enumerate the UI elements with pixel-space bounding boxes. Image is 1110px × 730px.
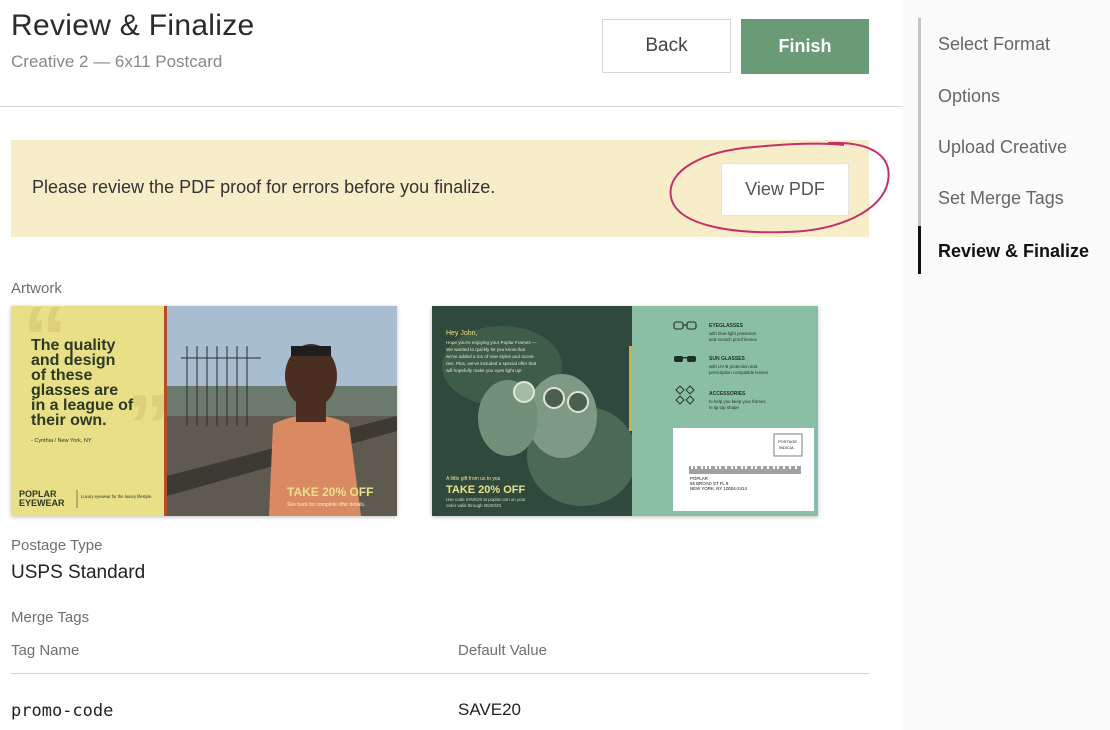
postage-type-label: Postage Type bbox=[11, 537, 103, 554]
front-tagline: Luxury eyewear for the luxury lifestyle. bbox=[81, 494, 152, 499]
active-step-indicator bbox=[918, 226, 921, 274]
feature-3-desc-1: to help you keep your frames bbox=[709, 399, 766, 404]
feature-3-desc-2: in tip top shape bbox=[709, 405, 739, 410]
steps-sidebar: Select Format Options Upload Creative Se… bbox=[903, 0, 1110, 730]
merge-tag-name-cell: promo-code bbox=[11, 701, 114, 721]
annotation-circle bbox=[669, 141, 890, 234]
postage-indicia-line-1: POSTAGE bbox=[778, 439, 797, 444]
back-body-2: We wanted to quickly let you know that bbox=[446, 347, 526, 352]
page-title: Review & Finalize bbox=[11, 9, 255, 42]
back-greeting: Hey John, bbox=[446, 330, 478, 337]
feature-1-title: EYEGLASSES bbox=[709, 323, 744, 329]
postcard-front-art: “ ” The quality and design of these glas… bbox=[11, 306, 397, 516]
feature-2-title: SUN GLASSES bbox=[709, 356, 746, 362]
front-quote-line-6: their own. bbox=[31, 412, 107, 429]
feature-2-desc-1: with UV-B protection and bbox=[709, 364, 758, 369]
front-brand-line-2: EYEWEAR bbox=[19, 498, 65, 508]
back-offer: TAKE 20% OFF bbox=[446, 484, 526, 496]
postcard-back-art: Hey John, Hope you're enjoying your Popl… bbox=[432, 306, 818, 516]
back-body-1: Hope you're enjoying your Poplar Frames … bbox=[446, 340, 537, 345]
back-button[interactable]: Back bbox=[602, 19, 731, 73]
step-upload-creative[interactable]: Upload Creative bbox=[938, 137, 1067, 158]
page-subtitle: Creative 2 — 6x11 Postcard bbox=[11, 52, 223, 71]
feature-1-desc-2: and scratch proof lenses bbox=[709, 337, 758, 342]
back-promo-1: Use code SAVE20 at poplar.com on your bbox=[446, 497, 526, 502]
main-content: Review & Finalize Creative 2 — 6x11 Post… bbox=[0, 0, 903, 730]
step-select-format[interactable]: Select Format bbox=[938, 34, 1050, 55]
table-divider bbox=[11, 673, 869, 674]
column-header-default-value: Default Value bbox=[458, 642, 547, 659]
step-options[interactable]: Options bbox=[938, 86, 1000, 107]
front-offer-note: See back for complete offer details. bbox=[287, 502, 365, 508]
feature-3-title: ACCESSORIES bbox=[709, 391, 746, 397]
postage-indicia-line-2: INDICIA bbox=[779, 445, 794, 450]
back-promo-2: order valid through 06/30/20. bbox=[446, 503, 502, 508]
front-attribution: - Cynthia / New York, NY bbox=[31, 438, 92, 444]
notice-text: Please review the PDF proof for errors b… bbox=[32, 177, 496, 197]
front-offer: TAKE 20% OFF bbox=[287, 485, 373, 499]
back-gift-text: A little gift from us to you bbox=[446, 476, 501, 482]
postcard-front-image[interactable]: “ ” The quality and design of these glas… bbox=[11, 306, 397, 516]
column-header-tag-name: Tag Name bbox=[11, 642, 80, 659]
artwork-label: Artwork bbox=[11, 280, 62, 297]
merge-tag-default-value-cell: SAVE20 bbox=[458, 700, 522, 719]
step-set-merge-tags[interactable]: Set Merge Tags bbox=[938, 188, 1064, 209]
merge-tags-label: Merge Tags bbox=[11, 609, 90, 626]
address-line-3: NEW YORK, NY 10004-2414 bbox=[690, 486, 748, 491]
postcard-back-image[interactable]: Hey John, Hope you're enjoying your Popl… bbox=[432, 306, 818, 516]
back-body-3: we've added a ton of new styles and acce… bbox=[446, 354, 535, 359]
back-body-5: will hopefully make you eyes light up! bbox=[446, 368, 522, 373]
feature-1-desc-1: with blue-light protection bbox=[709, 331, 757, 336]
step-review-finalize[interactable]: Review & Finalize bbox=[938, 241, 1089, 262]
header-divider bbox=[0, 106, 903, 107]
finish-button[interactable]: Finish bbox=[741, 19, 869, 74]
feature-2-desc-2: prescription compatible lenses bbox=[709, 370, 769, 375]
postage-type-value: USPS Standard bbox=[11, 562, 146, 583]
back-body-4: ries. Plus, we've included a special off… bbox=[446, 361, 537, 366]
